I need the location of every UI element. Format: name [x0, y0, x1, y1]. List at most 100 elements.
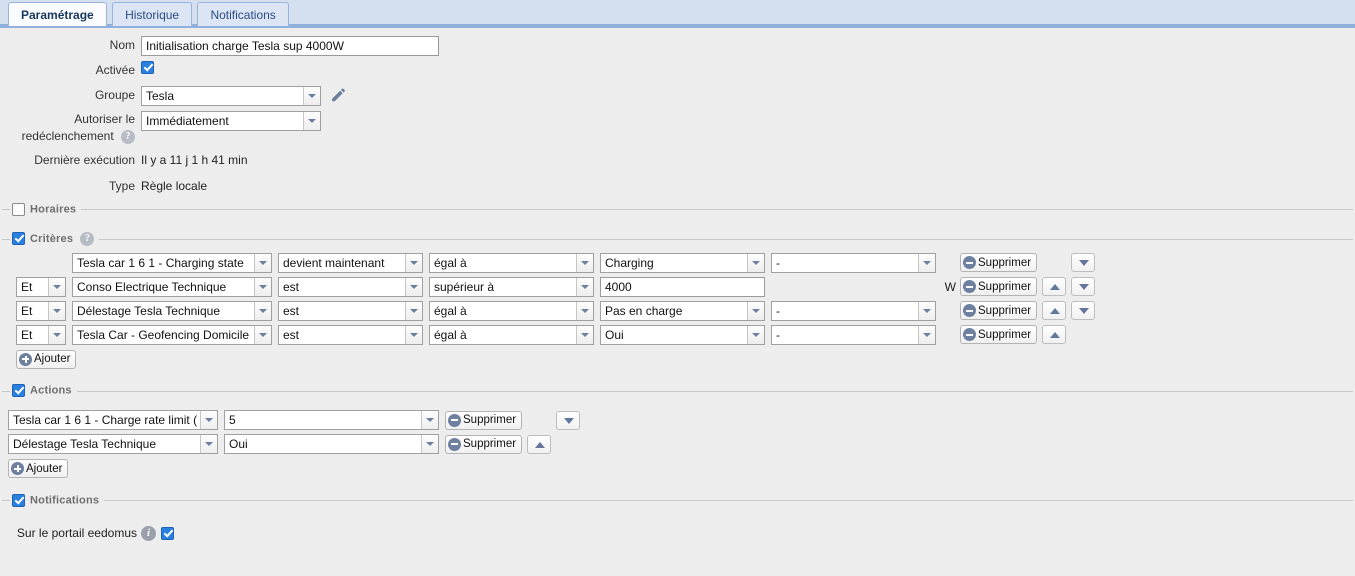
- action-move-up-placeholder: [527, 411, 551, 430]
- action-value-select[interactable]: 5: [224, 410, 439, 430]
- criteria-add-button[interactable]: Ajouter: [16, 350, 76, 369]
- criteres-checkbox[interactable]: [12, 232, 25, 245]
- action-device-value: Délestage Tesla Technique: [9, 435, 200, 453]
- horaires-checkbox[interactable]: [12, 203, 25, 216]
- notifications-legend-label: Notifications: [30, 494, 99, 506]
- criteria-delete-label: Supprimer: [978, 329, 1031, 341]
- notification-portal-checkbox[interactable]: [161, 527, 174, 540]
- criteria-device-select[interactable]: Délestage Tesla Technique: [72, 301, 272, 321]
- criteria-move-up-button[interactable]: [1042, 277, 1066, 296]
- action-move-up-button[interactable]: [527, 435, 551, 454]
- criteria-move-down-button[interactable]: [1071, 301, 1095, 320]
- section-criteres: Critères ? Tesla car 1 6 1 - Charging st…: [2, 239, 1353, 375]
- chevron-down-icon: [200, 411, 217, 429]
- criteria-move-up-button[interactable]: [1042, 301, 1066, 320]
- help-icon[interactable]: ?: [121, 130, 135, 144]
- actions-checkbox[interactable]: [12, 384, 25, 397]
- action-move-down-button[interactable]: [556, 411, 580, 430]
- groupe-select[interactable]: Tesla: [141, 86, 321, 106]
- chevron-down-icon: [200, 435, 217, 453]
- criteria-operator-value: égal à: [430, 326, 576, 344]
- criteria-device-select[interactable]: Conso Electrique Technique: [72, 277, 272, 297]
- criteria-row: Et Conso Electrique Technique est supéri…: [16, 275, 1353, 299]
- criteria-delete-button[interactable]: Supprimer: [960, 277, 1037, 296]
- chevron-down-icon: [918, 302, 935, 320]
- label-nom: Nom: [0, 36, 141, 55]
- chevron-down-icon: [747, 302, 764, 320]
- criteria-operator-select[interactable]: égal à: [429, 253, 594, 273]
- criteria-value-input[interactable]: [600, 277, 765, 297]
- chevron-down-icon: [747, 254, 764, 272]
- action-value: Oui: [225, 435, 421, 453]
- action-add-button[interactable]: Ajouter: [8, 459, 68, 478]
- criteria-extra-select[interactable]: -: [771, 325, 936, 345]
- tab-parametrage[interactable]: Paramétrage: [8, 2, 107, 26]
- criteria-move-down-button[interactable]: [1071, 277, 1095, 296]
- action-device-select[interactable]: Délestage Tesla Technique: [8, 434, 218, 454]
- chevron-down-icon: [405, 326, 422, 344]
- chevron-down-icon: [48, 326, 65, 344]
- criteria-event-select[interactable]: est: [278, 325, 423, 345]
- tab-historique[interactable]: Historique: [112, 2, 192, 26]
- criteria-delete-button[interactable]: Supprimer: [960, 301, 1037, 320]
- criteria-event-select[interactable]: est: [278, 301, 423, 321]
- chevron-down-icon: [405, 278, 422, 296]
- criteria-extra-select[interactable]: -: [771, 301, 936, 321]
- chevron-down-icon: [254, 326, 271, 344]
- criteria-row: Et Délestage Tesla Technique est égal à …: [16, 299, 1353, 323]
- criteria-extra-select[interactable]: -: [771, 253, 936, 273]
- criteria-event-select[interactable]: devient maintenant: [278, 253, 423, 273]
- label-derniere-execution: Dernière exécution: [0, 151, 141, 170]
- chevron-down-icon: [303, 112, 320, 130]
- notifications-checkbox[interactable]: [12, 494, 25, 507]
- criteria-operator-select[interactable]: égal à: [429, 301, 594, 321]
- activee-checkbox[interactable]: [141, 61, 154, 74]
- redeclenchement-select[interactable]: Immédiatement: [141, 111, 321, 131]
- criteria-device-select[interactable]: Tesla car 1 6 1 - Charging state: [72, 253, 272, 273]
- criteria-event-select[interactable]: est: [278, 277, 423, 297]
- help-icon[interactable]: ?: [80, 232, 94, 246]
- tab-notifications[interactable]: Notifications: [197, 2, 288, 26]
- action-value: 5: [225, 411, 421, 429]
- minus-circle-icon: [963, 256, 976, 269]
- criteria-value-select[interactable]: Pas en charge: [600, 301, 765, 321]
- criteria-value-select[interactable]: Oui: [600, 325, 765, 345]
- actions-body: Tesla car 1 6 1 - Charge rate limit ( 5 …: [2, 408, 1353, 484]
- criteria-operator-select[interactable]: supérieur à: [429, 277, 594, 297]
- criteria-value: Charging: [601, 254, 747, 272]
- criteria-conjunction-value: Et: [17, 326, 48, 344]
- criteres-body: Tesla car 1 6 1 - Charging state devient…: [2, 251, 1353, 375]
- info-icon[interactable]: i: [141, 526, 156, 541]
- chevron-down-icon: [576, 278, 593, 296]
- plus-circle-icon: [11, 462, 24, 475]
- action-move-down-placeholder: [556, 435, 580, 454]
- criteria-value-select[interactable]: Charging: [600, 253, 765, 273]
- edit-pencil-icon[interactable]: [329, 87, 347, 105]
- actions-legend: Actions: [10, 384, 77, 397]
- notifications-legend: Notifications: [10, 494, 104, 507]
- label-redeclenchement: Autoriser le redéclenchement ?: [0, 111, 141, 145]
- field-row-activee: Activée: [0, 61, 1355, 81]
- criteria-move-up-button[interactable]: [1042, 325, 1066, 344]
- field-row-redeclenchement: Autoriser le redéclenchement ? Immédiate…: [0, 111, 1355, 145]
- criteria-conjunction-select[interactable]: Et: [16, 301, 66, 321]
- criteria-device-select[interactable]: Tesla Car - Geofencing Domicile: [72, 325, 272, 345]
- chevron-down-icon: [405, 302, 422, 320]
- criteria-event-value: est: [279, 326, 405, 344]
- tab-bar: Paramétrage Historique Notifications: [0, 0, 1355, 26]
- criteria-operator-select[interactable]: égal à: [429, 325, 594, 345]
- actions-legend-label: Actions: [30, 385, 72, 397]
- criteria-delete-button[interactable]: Supprimer: [960, 325, 1037, 344]
- action-delete-button[interactable]: Supprimer: [445, 411, 522, 430]
- criteria-delete-button[interactable]: Supprimer: [960, 253, 1037, 272]
- action-value-select[interactable]: Oui: [224, 434, 439, 454]
- criteria-conjunction-select[interactable]: Et: [16, 277, 66, 297]
- criteria-move-down-button[interactable]: [1071, 253, 1095, 272]
- nom-input[interactable]: [141, 36, 439, 56]
- criteria-conjunction-select[interactable]: Et: [16, 325, 66, 345]
- minus-circle-icon: [963, 328, 976, 341]
- action-device-select[interactable]: Tesla car 1 6 1 - Charge rate limit (: [8, 410, 218, 430]
- horaires-legend-label: Horaires: [30, 203, 76, 215]
- action-delete-button[interactable]: Supprimer: [445, 435, 522, 454]
- criteria-device-value: Délestage Tesla Technique: [73, 302, 254, 320]
